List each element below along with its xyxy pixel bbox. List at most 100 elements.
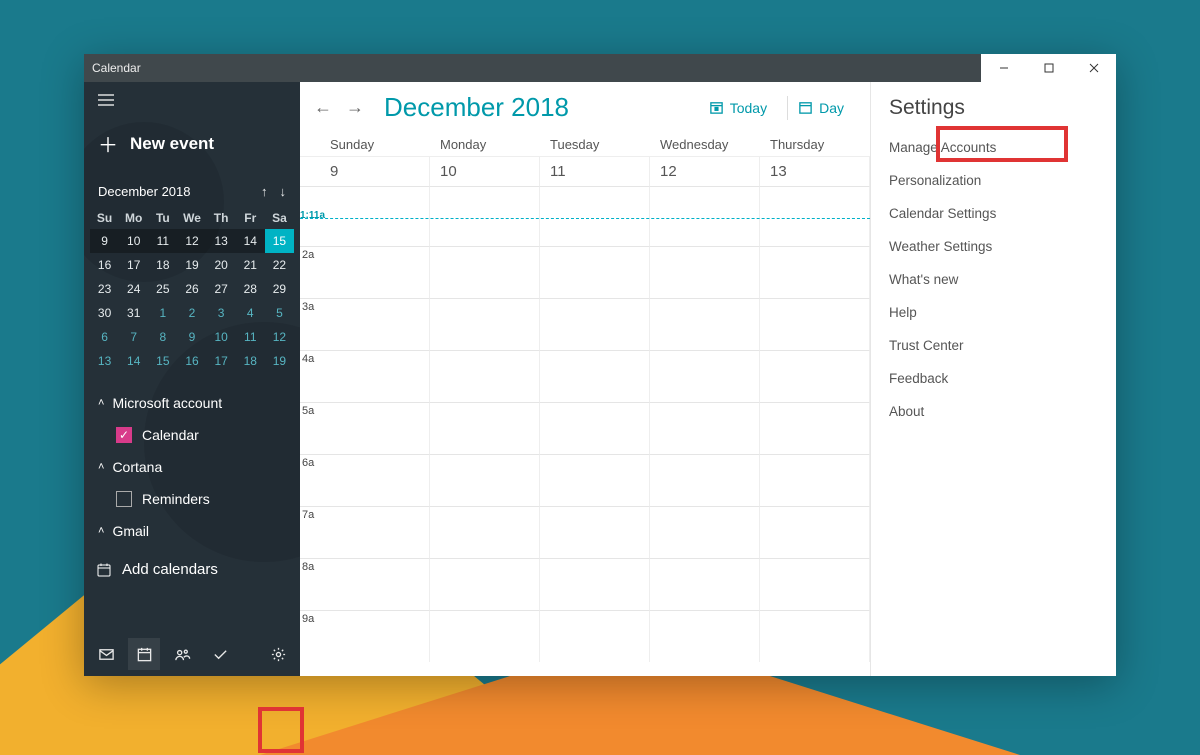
time-slot[interactable] [540, 402, 650, 454]
mini-calendar-day[interactable]: 27 [207, 277, 236, 301]
time-slot[interactable] [540, 350, 650, 402]
time-slot[interactable] [320, 454, 430, 506]
mini-calendar-day[interactable]: 20 [207, 253, 236, 277]
settings-item-about[interactable]: About [889, 402, 1098, 421]
time-slot[interactable] [760, 402, 870, 454]
mini-calendar-prev-button[interactable]: ↑ [261, 184, 268, 199]
mini-calendar-month[interactable]: December 2018 [98, 184, 191, 199]
mini-calendar-day[interactable]: 11 [148, 229, 177, 253]
mini-calendar-day[interactable]: 1 [148, 301, 177, 325]
time-slot[interactable] [320, 402, 430, 454]
time-slot[interactable] [430, 246, 540, 298]
mini-calendar-day[interactable]: 18 [148, 253, 177, 277]
time-slot[interactable] [760, 610, 870, 662]
mini-calendar-next-button[interactable]: ↓ [280, 184, 287, 199]
time-slot[interactable] [650, 246, 760, 298]
mini-calendar-day[interactable]: 19 [177, 253, 206, 277]
time-slot[interactable] [650, 610, 760, 662]
day-column-header[interactable]: 12 [650, 157, 760, 186]
add-calendars-button[interactable]: Add calendars [84, 551, 300, 588]
minimize-button[interactable] [981, 54, 1026, 82]
mini-calendar-day[interactable]: 13 [207, 229, 236, 253]
settings-item-help[interactable]: Help [889, 303, 1098, 322]
time-slot[interactable] [430, 402, 540, 454]
time-slot[interactable] [760, 246, 870, 298]
mini-calendar-day[interactable]: 26 [177, 277, 206, 301]
time-grid[interactable]: 1:11a 2a3a4a5a6a7a8a9a [300, 186, 870, 676]
mini-calendar-day[interactable]: 7 [119, 325, 148, 349]
time-slot[interactable] [650, 454, 760, 506]
mail-app-button[interactable] [90, 638, 122, 670]
maximize-button[interactable] [1026, 54, 1071, 82]
settings-item-calendar-settings[interactable]: Calendar Settings [889, 204, 1098, 223]
mini-calendar-day[interactable]: 17 [119, 253, 148, 277]
settings-item-personalization[interactable]: Personalization [889, 171, 1098, 190]
mini-calendar-day[interactable]: 28 [236, 277, 265, 301]
time-slot[interactable] [430, 350, 540, 402]
mini-calendar-day[interactable]: 19 [265, 349, 294, 373]
next-period-button[interactable]: → [346, 97, 364, 118]
time-slot[interactable] [320, 506, 430, 558]
time-slot[interactable] [320, 298, 430, 350]
today-button[interactable]: Today [699, 96, 777, 120]
day-column-header[interactable]: 9 [320, 157, 430, 186]
mini-calendar-day[interactable]: 15 [148, 349, 177, 373]
time-slot[interactable] [650, 506, 760, 558]
settings-item-feedback[interactable]: Feedback [889, 369, 1098, 388]
account-cortana[interactable]: ˄Cortana [94, 453, 290, 481]
time-slot[interactable] [540, 246, 650, 298]
mini-calendar-day[interactable]: 22 [265, 253, 294, 277]
time-slot[interactable] [540, 558, 650, 610]
time-slot[interactable] [320, 558, 430, 610]
mini-calendar-day[interactable]: 10 [207, 325, 236, 349]
close-button[interactable] [1071, 54, 1116, 82]
mini-calendar-day[interactable]: 4 [236, 301, 265, 325]
time-slot[interactable] [320, 350, 430, 402]
mini-calendar-day[interactable]: 30 [90, 301, 119, 325]
time-slot[interactable] [650, 558, 760, 610]
mini-calendar-day[interactable]: 14 [119, 349, 148, 373]
time-slot[interactable] [430, 454, 540, 506]
mini-calendar-day[interactable]: 5 [265, 301, 294, 325]
mini-calendar-day[interactable]: 17 [207, 349, 236, 373]
time-slot[interactable] [430, 298, 540, 350]
mini-calendar-day[interactable]: 3 [207, 301, 236, 325]
time-slot[interactable] [650, 402, 760, 454]
mini-calendar-day[interactable]: 13 [90, 349, 119, 373]
time-slot[interactable] [430, 558, 540, 610]
mini-calendar-day[interactable]: 23 [90, 277, 119, 301]
mini-calendar-day[interactable]: 9 [90, 229, 119, 253]
time-slot[interactable] [650, 350, 760, 402]
account-microsoft[interactable]: ˄Microsoft account [94, 389, 290, 417]
time-slot[interactable] [320, 246, 430, 298]
mini-calendar-day[interactable]: 25 [148, 277, 177, 301]
time-slot[interactable] [760, 558, 870, 610]
mini-calendar-day[interactable]: 16 [177, 349, 206, 373]
time-slot[interactable] [760, 350, 870, 402]
day-column-header[interactable]: 13 [760, 157, 870, 186]
mini-calendar-day[interactable]: 15 [265, 229, 294, 253]
time-slot[interactable] [320, 610, 430, 662]
mini-calendar-day[interactable]: 14 [236, 229, 265, 253]
mini-calendar-day[interactable]: 12 [265, 325, 294, 349]
mini-calendar-day[interactable]: 11 [236, 325, 265, 349]
mini-calendar-day[interactable]: 29 [265, 277, 294, 301]
time-slot[interactable] [540, 298, 650, 350]
todo-app-button[interactable] [204, 638, 236, 670]
settings-item-whats-new[interactable]: What's new [889, 270, 1098, 289]
mini-calendar-day[interactable]: 31 [119, 301, 148, 325]
hamburger-menu-button[interactable] [84, 82, 300, 119]
mini-calendar-day[interactable]: 10 [119, 229, 148, 253]
settings-button[interactable] [262, 638, 294, 670]
mini-calendar-day[interactable]: 24 [119, 277, 148, 301]
mini-calendar-day[interactable]: 21 [236, 253, 265, 277]
mini-calendar-day[interactable]: 9 [177, 325, 206, 349]
mini-calendar-day[interactable]: 16 [90, 253, 119, 277]
mini-calendar-day[interactable]: 8 [148, 325, 177, 349]
people-app-button[interactable] [166, 638, 198, 670]
time-slot[interactable] [430, 610, 540, 662]
calendar-app-button[interactable] [128, 638, 160, 670]
day-view-button[interactable]: Day [787, 96, 854, 120]
time-slot[interactable] [430, 506, 540, 558]
time-slot[interactable] [540, 610, 650, 662]
